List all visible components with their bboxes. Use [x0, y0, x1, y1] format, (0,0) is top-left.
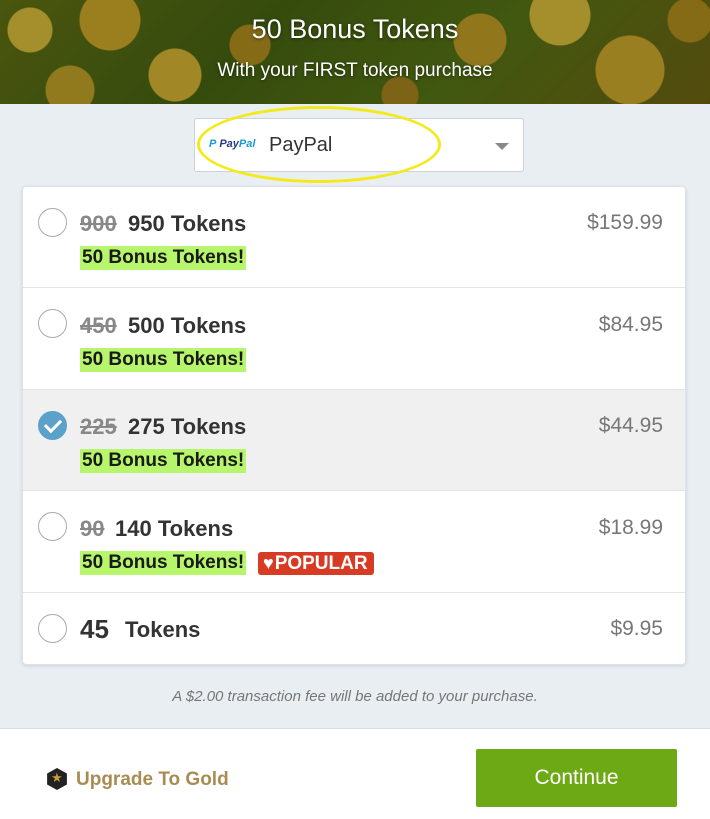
heart-icon: ♥: [263, 553, 274, 573]
token-option-140[interactable]: 90 140 Tokens $18.99 50 Bonus Tokens! ♥P…: [23, 491, 685, 593]
bonus-badge: 50 Bonus Tokens!: [80, 551, 247, 575]
radio-button[interactable]: [38, 512, 67, 541]
old-token-count: 900: [80, 211, 117, 236]
token-options-list: 900 950 Tokens $159.99 50 Bonus Tokens! …: [22, 186, 686, 665]
price: $18.99: [598, 516, 663, 539]
old-token-count: 450: [80, 313, 117, 338]
bonus-badge: 50 Bonus Tokens!: [80, 348, 247, 372]
token-count: 275 Tokens: [128, 414, 247, 439]
price: $84.95: [598, 313, 663, 336]
radio-button-checked[interactable]: [38, 411, 67, 440]
popular-badge: ♥POPULAR: [258, 552, 374, 575]
paypal-logo-icon: P PayPal: [209, 138, 256, 150]
old-token-count: 225: [80, 414, 117, 439]
continue-button[interactable]: Continue: [476, 749, 677, 807]
upgrade-to-gold-link[interactable]: Upgrade To Gold: [76, 769, 229, 791]
token-option-950[interactable]: 900 950 Tokens $159.99 50 Bonus Tokens!: [23, 187, 685, 288]
chevron-down-icon[interactable]: [495, 143, 509, 150]
transaction-fee-note: A $2.00 transaction fee will be added to…: [172, 688, 538, 705]
payment-method-select[interactable]: P PayPal PayPal: [194, 118, 524, 172]
payment-method-value: PayPal: [269, 134, 333, 156]
token-count: 500 Tokens: [128, 313, 247, 338]
radio-button[interactable]: [38, 208, 67, 237]
token-option-500[interactable]: 450 500 Tokens $84.95 50 Bonus Tokens!: [23, 288, 685, 390]
token-count: 950 Tokens: [128, 211, 247, 236]
price: $44.95: [598, 414, 663, 437]
bonus-badge: 50 Bonus Tokens!: [80, 246, 247, 270]
price: $159.99: [587, 211, 663, 234]
token-option-45[interactable]: 45 Tokens $9.95: [23, 593, 685, 664]
footer-bar: ★ Upgrade To Gold Continue: [0, 728, 710, 819]
gold-star-icon: ★: [47, 768, 67, 790]
banner-title: 50 Bonus Tokens: [251, 14, 459, 44]
token-count: 140 Tokens: [115, 516, 234, 541]
price: $9.95: [610, 617, 663, 640]
token-count-number: 45: [80, 614, 109, 644]
promo-banner: 50 Bonus Tokens With your FIRST token pu…: [0, 0, 710, 104]
radio-button[interactable]: [38, 614, 67, 643]
radio-button[interactable]: [38, 309, 67, 338]
token-count-word: Tokens: [125, 617, 201, 642]
bonus-badge: 50 Bonus Tokens!: [80, 449, 247, 473]
banner-subtitle: With your FIRST token purchase: [217, 60, 493, 81]
old-token-count: 90: [80, 516, 105, 541]
token-option-275[interactable]: 225 275 Tokens $44.95 50 Bonus Tokens!: [23, 390, 685, 491]
